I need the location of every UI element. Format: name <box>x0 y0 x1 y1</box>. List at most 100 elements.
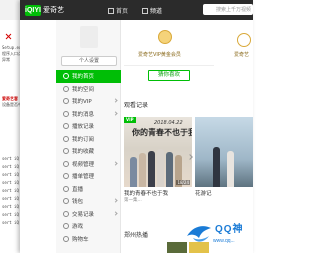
sidebar-item-my-subscriptions[interactable]: 我的订阅 <box>56 133 121 146</box>
vip-coin-icon <box>237 33 251 47</box>
watermark-url: www.qq... <box>213 238 235 244</box>
sidebar-item-label: 我的首页 <box>72 74 95 81</box>
sidebar-item-cart[interactable]: 购物车 <box>56 233 121 246</box>
bg-text-line: 异常 <box>2 57 10 62</box>
video-poster[interactable]: VIP 2018.04.22 你的青春不也于我 18/24 <box>124 117 192 187</box>
wallet-icon <box>63 198 69 205</box>
cast-figure <box>227 151 234 187</box>
vip-promo-card[interactable]: 爱奇艺VIP黄金会员 <box>124 24 214 66</box>
video-title[interactable]: 我的青春不也于我 <box>124 189 168 197</box>
tab-guess-you-like[interactable]: 猜你喜欢 <box>148 70 190 81</box>
live-icon <box>63 185 69 192</box>
playlist-icon <box>63 173 69 180</box>
sidebar-item-label: 我的收藏 <box>72 149 95 156</box>
sidebar-item-live[interactable]: 直播 <box>56 183 121 196</box>
sidebar-item-label: 我的空间 <box>72 86 95 93</box>
home-icon <box>63 73 69 80</box>
logo-badge: iQIYI <box>25 4 41 16</box>
sidebar-item-wallet[interactable]: 钱包 <box>56 195 121 208</box>
sidebar-item-label: 我的消息 <box>72 111 95 118</box>
vip-icon <box>63 98 69 105</box>
nav-home-label: 首页 <box>116 8 129 15</box>
chevron-right-icon <box>113 98 118 103</box>
cast-figure <box>157 149 164 187</box>
vip-badge: VIP <box>124 117 136 123</box>
watch-history-title: 观看记录 <box>124 102 149 109</box>
chevron-right-icon <box>113 210 118 216</box>
cast-figure <box>130 157 137 187</box>
sidebar-item-label: 视频管理 <box>72 161 95 168</box>
history-icon <box>63 123 69 130</box>
nav-channels-label: 频道 <box>150 8 163 15</box>
search-placeholder: 搜索上千万视频 <box>216 7 252 13</box>
receipt-icon <box>63 210 69 217</box>
sidebar-item-label: 直播 <box>72 186 84 193</box>
sidebar-item-my-homepage[interactable]: 我的首页 <box>56 70 121 83</box>
bg-text-line: sert iQ <box>2 164 19 169</box>
iqiyi-logo[interactable]: iQIYI 爱奇艺 <box>25 3 64 17</box>
star-icon <box>63 148 69 155</box>
sidebar-item-label: 交易记录 <box>72 211 95 218</box>
sidebar-item-label: 游戏 <box>72 224 84 231</box>
bg-text-line: sert iQ <box>2 172 19 177</box>
poster-cast-image <box>199 143 253 187</box>
video-card[interactable]: 花游记 <box>195 117 253 202</box>
vip-promo-text: 爱奇艺VIP黄金会员 <box>138 52 181 58</box>
sidebar-item-video-management[interactable]: 视频管理 <box>56 158 121 171</box>
subscribe-icon <box>63 135 69 142</box>
zhengzhou-hot-title: 郑州热播 <box>124 232 149 239</box>
avatar[interactable] <box>80 26 98 48</box>
sidebar-item-label: 钱包 <box>72 199 84 206</box>
chevron-right-icon <box>113 160 118 166</box>
sidebar-item-my-space[interactable]: 我的空间 <box>56 83 121 96</box>
chevron-right-icon <box>113 198 118 203</box>
sidebar-item-transactions[interactable]: 交易记录 <box>56 208 121 221</box>
bg-text-line: sert iQ <box>2 220 19 225</box>
poster-title: 你的青春不也于我 <box>132 128 192 137</box>
video-subtitle: 第一集... <box>124 198 142 203</box>
chevron-right-icon <box>113 110 118 116</box>
error-x-icon <box>6 34 11 39</box>
sidebar-menu: 我的首页 我的空间 我的VIP 我的消息 播放记录 我的订阅 我的收藏 视频管理… <box>56 70 121 245</box>
video-poster[interactable] <box>195 117 253 187</box>
sidebar: 个人设置 我的首页 我的空间 我的VIP 我的消息 播放记录 我的订阅 我的收藏… <box>56 20 121 253</box>
cast-figure <box>148 151 155 187</box>
vip-promo-card-2[interactable]: 爱奇艺 <box>230 24 253 66</box>
sidebar-item-label: 播放记录 <box>72 124 95 131</box>
watermark-text: QQ神 <box>215 224 244 235</box>
dragon-watermark-icon <box>187 226 211 242</box>
gamepad-icon <box>63 223 69 230</box>
nav-channels[interactable]: 频道 <box>142 6 162 15</box>
sidebar-item-my-messages[interactable]: 我的消息 <box>56 108 121 121</box>
cast-figure <box>213 147 220 187</box>
sidebar-item-label: 我的订阅 <box>72 136 95 143</box>
thumbnail[interactable] <box>167 242 187 253</box>
episode-count: 18/24 <box>176 180 190 185</box>
personal-settings-button[interactable]: 个人设置 <box>61 56 117 66</box>
bg-text-line: sert iQ <box>2 196 19 201</box>
sidebar-item-label: 我的VIP <box>72 99 92 106</box>
sidebar-item-games[interactable]: 游戏 <box>56 220 121 233</box>
top-navigation-bar: iQIYI 爱奇艺 首页 频道 搜索上千万视频 <box>20 0 253 20</box>
home-icon <box>108 7 114 14</box>
bg-text-line: sert iQ <box>2 188 19 193</box>
sidebar-item-playlist-management[interactable]: 播单管理 <box>56 170 121 183</box>
sidebar-item-my-vip[interactable]: 我的VIP <box>56 95 121 108</box>
video-card[interactable]: VIP 2018.04.22 你的青春不也于我 18/24 我的青春不也于我 第… <box>124 117 192 203</box>
sidebar-item-label: 购物车 <box>72 236 89 243</box>
bg-text-line: sert iQ <box>2 180 19 185</box>
logo-text: 爱奇艺 <box>43 6 64 14</box>
message-icon <box>63 110 69 117</box>
vip-promo-text-2: 爱奇艺 <box>234 52 250 58</box>
vip-coin-icon <box>158 30 172 44</box>
sidebar-item-play-history[interactable]: 播放记录 <box>56 120 121 133</box>
bg-text-line: sert iQ <box>2 156 19 161</box>
search-input[interactable]: 搜索上千万视频 <box>203 4 253 15</box>
cast-figure <box>166 152 173 187</box>
cast-figure <box>139 153 146 187</box>
sidebar-item-my-favorites[interactable]: 我的收藏 <box>56 145 121 158</box>
bg-text-line: 设备是否中 <box>2 102 22 107</box>
sidebar-item-label: 播单管理 <box>72 174 95 181</box>
nav-home[interactable]: 首页 <box>108 6 128 15</box>
video-title[interactable]: 花游记 <box>195 189 212 197</box>
